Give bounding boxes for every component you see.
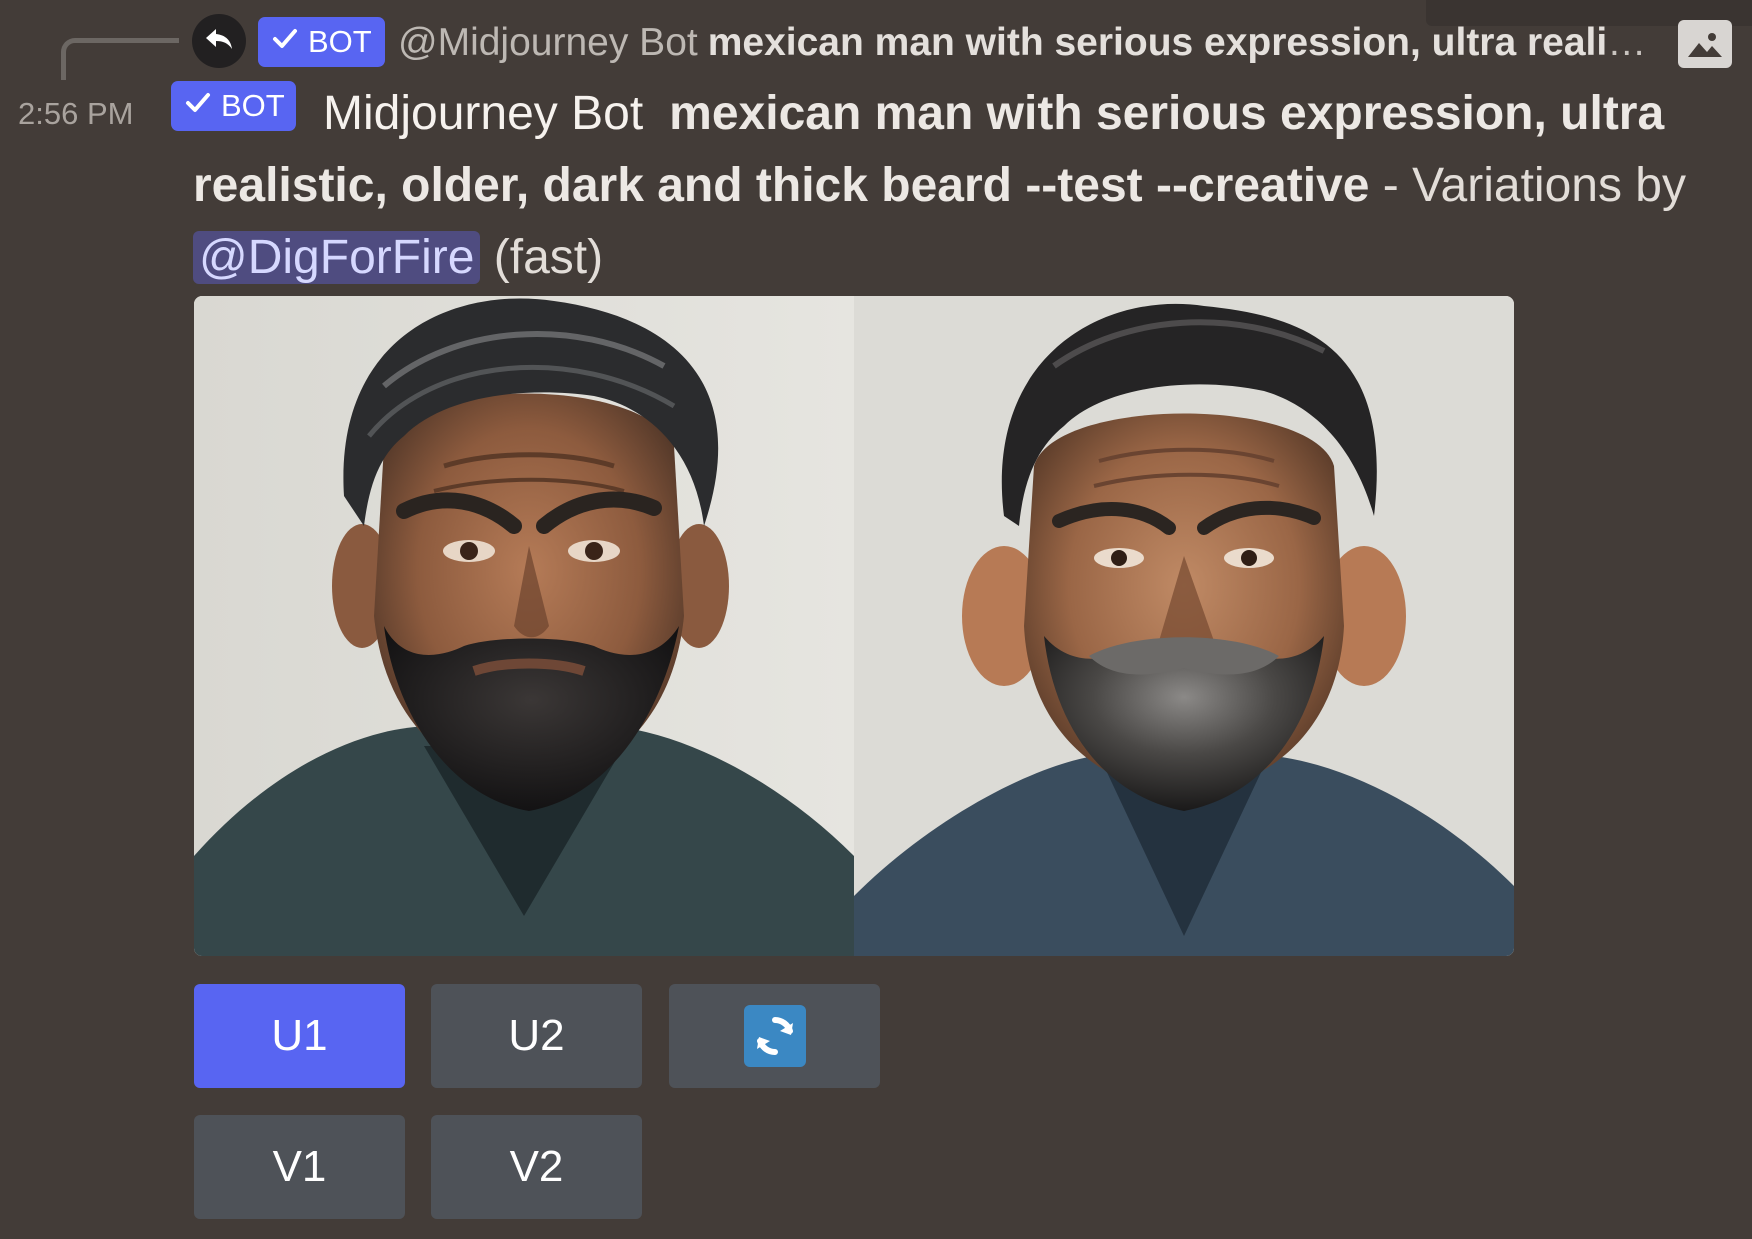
- portrait-2: [854, 296, 1514, 956]
- reply-arrow-icon: [203, 23, 235, 59]
- user-mention[interactable]: @DigForFire: [193, 231, 481, 284]
- reply-connector: [61, 38, 179, 80]
- reroll-button[interactable]: [669, 984, 880, 1088]
- bot-tag-label: BOT: [308, 24, 372, 59]
- message-view: BOT @Midjourney Bot mexican man with seri…: [0, 0, 1752, 1239]
- reply-preview[interactable]: @Midjourney Bot mexican man with serious …: [398, 16, 1660, 70]
- upscale-2-button[interactable]: U2: [431, 984, 642, 1088]
- variation-1-button[interactable]: V1: [194, 1115, 405, 1219]
- message-content: Midjourney Bot mexican man with serious e…: [193, 78, 1713, 294]
- upscale-1-button[interactable]: U1: [194, 984, 405, 1088]
- message-author[interactable]: Midjourney Bot: [323, 87, 643, 140]
- speed-label: (fast): [493, 231, 604, 284]
- portrait-1: [194, 296, 854, 956]
- variation-2-button[interactable]: V2: [431, 1115, 642, 1219]
- check-icon: [272, 24, 308, 60]
- reply-bot-tag: BOT: [258, 17, 385, 67]
- reply-avatar[interactable]: [192, 14, 246, 68]
- image-attachment[interactable]: [194, 296, 1514, 956]
- refresh-icon: [743, 1005, 806, 1067]
- message-separator: -: [1369, 159, 1413, 212]
- image-icon[interactable]: [1678, 20, 1732, 68]
- reply-content[interactable]: mexican man with serious expression, ult…: [708, 21, 1660, 64]
- variations-text: Variations by: [1412, 159, 1686, 212]
- reply-author[interactable]: @Midjourney Bot: [398, 21, 698, 64]
- message-timestamp[interactable]: 2:56 PM: [18, 96, 133, 132]
